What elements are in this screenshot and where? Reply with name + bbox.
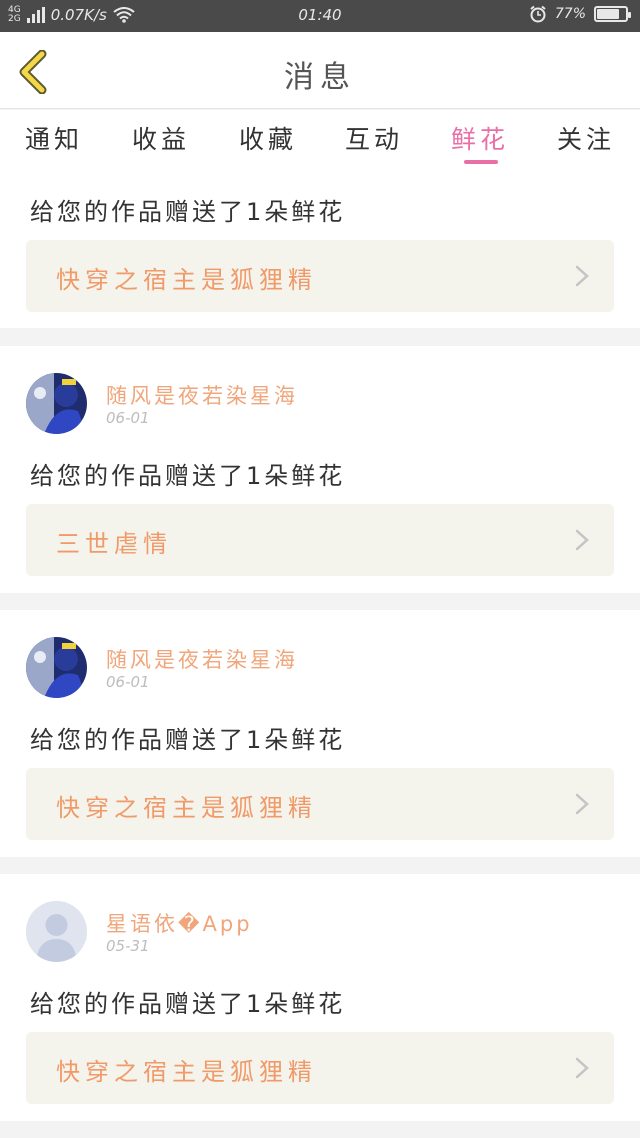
message-card: 随风是夜若染星海 06-01 给您的作品赠送了1朵鲜花 快穿之宿主是狐狸精 [0, 610, 640, 857]
tab-flowers-label: 鲜花 [450, 125, 509, 154]
work-link[interactable]: 快穿之宿主是狐狸精 [26, 768, 614, 840]
tab-flowers[interactable]: 鲜花 [440, 120, 520, 164]
message-date: 06-01 [106, 673, 150, 691]
work-link[interactable]: 快穿之宿主是狐狸精 [26, 240, 614, 312]
username[interactable]: 随风是夜若染星海 [106, 380, 298, 410]
message-text: 给您的作品赠送了1朵鲜花 [30, 990, 346, 1018]
username[interactable]: 随风是夜若染星海 [106, 644, 298, 674]
tab-following[interactable]: 关注 [546, 120, 626, 156]
message-text: 给您的作品赠送了1朵鲜花 [30, 726, 346, 754]
top-nav-bar: 消息 [0, 32, 640, 109]
work-title: 快穿之宿主是狐狸精 [56, 266, 317, 294]
username[interactable]: 星语依�App [106, 908, 253, 938]
battery-icon [594, 6, 631, 22]
work-title: 三世虐情 [56, 530, 172, 558]
alarm-icon [530, 5, 546, 23]
avatar[interactable] [26, 901, 87, 962]
tab-bar: 通知 收益 收藏 互动 鲜花 关注 [0, 110, 640, 174]
default-avatar-icon [26, 901, 87, 962]
avatar[interactable] [26, 373, 87, 434]
battery-fill [597, 9, 619, 19]
chevron-right-icon [575, 1057, 589, 1079]
page-title: 消息 [284, 60, 356, 95]
message-text: 给您的作品赠送了1朵鲜花 [30, 462, 346, 490]
tab-earnings[interactable]: 收益 [121, 120, 201, 156]
message-date: 06-01 [106, 409, 150, 427]
status-bar: 4G 2G 0.07K/s 01:40 77% [0, 0, 640, 32]
tab-notifications[interactable]: 通知 [14, 120, 94, 156]
work-link[interactable]: 快穿之宿主是狐狸精 [26, 1032, 614, 1104]
chevron-right-icon [575, 529, 589, 551]
chevron-right-icon [575, 265, 589, 287]
work-title: 快穿之宿主是狐狸精 [56, 794, 317, 822]
work-link[interactable]: 三世虐情 [26, 504, 614, 576]
message-date: 05-31 [106, 937, 150, 955]
avatar-image [26, 637, 87, 698]
tab-favorites[interactable]: 收藏 [228, 120, 308, 156]
battery-percent: 77% [554, 6, 586, 22]
avatar-image [26, 373, 87, 434]
message-card: 星语依�App 05-31 给您的作品赠送了1朵鲜花 快穿之宿主是狐狸精 [0, 874, 640, 1121]
status-right: 77% [529, 5, 631, 23]
chevron-right-icon [575, 793, 589, 815]
active-tab-indicator [464, 160, 498, 164]
tab-interaction[interactable]: 互动 [334, 120, 414, 156]
message-text: 给您的作品赠送了1朵鲜花 [30, 198, 346, 226]
message-card: 给您的作品赠送了1朵鲜花 快穿之宿主是狐狸精 [0, 174, 640, 328]
avatar[interactable] [26, 637, 87, 698]
message-card: 随风是夜若染星海 06-01 给您的作品赠送了1朵鲜花 三世虐情 [0, 346, 640, 593]
work-title: 快穿之宿主是狐狸精 [56, 1058, 317, 1086]
